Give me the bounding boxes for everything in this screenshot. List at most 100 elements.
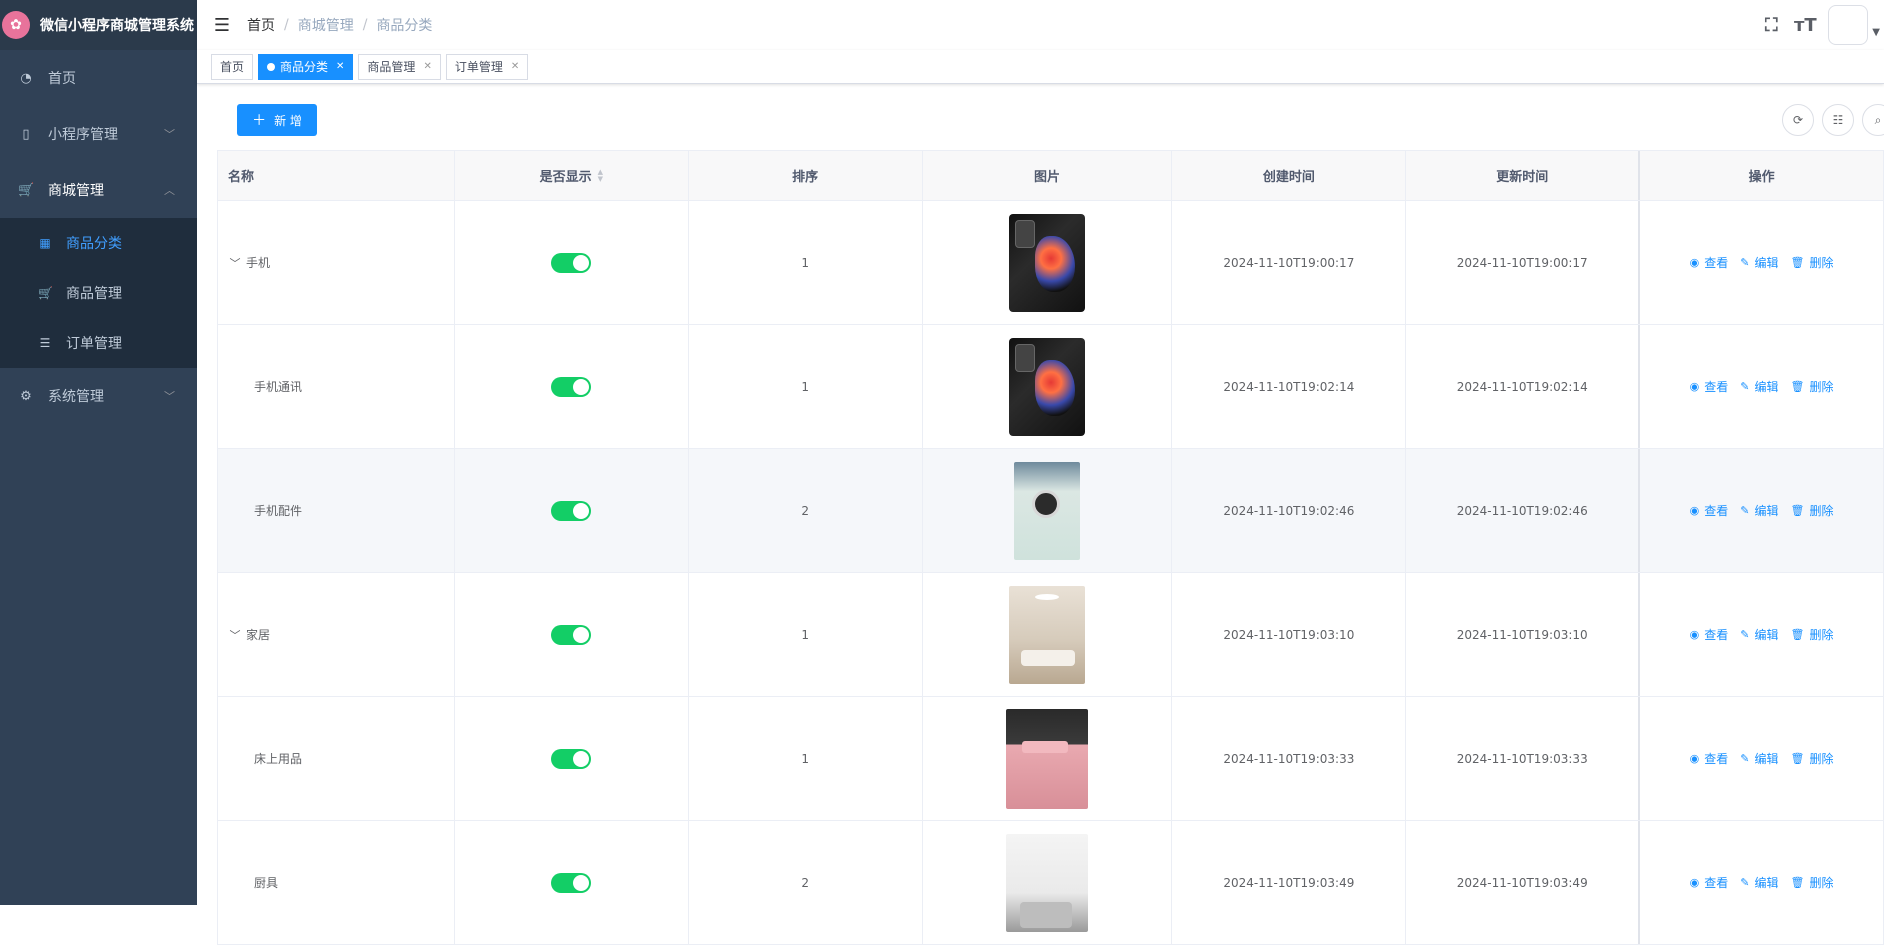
show-switch[interactable] — [551, 500, 592, 521]
breadcrumb: 首页 / 商城管理 / 商品分类 — [247, 15, 432, 35]
edit-label: 编辑 — [1754, 380, 1779, 394]
edit-button[interactable]: ✎ 编辑 — [1740, 254, 1778, 271]
category-image[interactable] — [1009, 213, 1085, 312]
search-toggle-button[interactable]: ⌕ — [1862, 104, 1884, 136]
tag-label: 订单管理 — [454, 60, 503, 74]
show-switch[interactable] — [551, 748, 592, 769]
sort-icon[interactable]: ▲ ▼ — [598, 168, 603, 183]
sidebar-item-label: 商品管理 — [66, 286, 122, 302]
show-switch[interactable] — [551, 376, 592, 397]
table-row: ﹀ 家居 1 2024-11-10T19:03:10 2024-11-10T19:… — [218, 573, 1884, 697]
close-icon[interactable]: ✕ — [423, 61, 431, 72]
edit-button[interactable]: ✎ 编辑 — [1740, 378, 1778, 395]
edit-icon: ✎ — [1740, 752, 1750, 765]
avatar[interactable] — [1828, 5, 1869, 45]
tag-home[interactable]: 首页 — [211, 53, 254, 80]
refresh-icon: ⟳ — [1792, 113, 1804, 127]
tag-label: 首页 — [220, 60, 245, 74]
app-logo[interactable]: ✿ 微信小程序商城管理系统 — [0, 0, 197, 50]
breadcrumb-item[interactable]: 首页 — [247, 15, 275, 35]
category-image[interactable] — [1006, 708, 1089, 809]
sidebar-item-orders[interactable]: ☰ 订单管理 — [0, 318, 197, 368]
close-icon[interactable]: ✕ — [511, 61, 519, 72]
trash-icon: 🗑 — [1790, 876, 1805, 889]
view-label: 查看 — [1704, 628, 1729, 642]
add-button-label: 新 增 — [274, 113, 302, 128]
gear-icon: ⚙ — [20, 388, 32, 404]
category-image[interactable] — [1014, 461, 1081, 560]
delete-button[interactable]: 🗑 删除 — [1791, 874, 1834, 891]
chevron-down-icon: ﹀ — [164, 390, 175, 403]
view-button[interactable]: ◉ 查看 — [1690, 254, 1729, 271]
tag-category[interactable]: 商品分类 ✕ — [258, 53, 354, 80]
edit-button[interactable]: ✎ 编辑 — [1740, 502, 1778, 519]
sidebar-item-mall[interactable]: 🛒 商城管理 ︿ — [0, 162, 197, 218]
edit-button[interactable]: ✎ 编辑 — [1740, 626, 1778, 643]
view-button[interactable]: ◉ 查看 — [1690, 750, 1729, 767]
edit-button[interactable]: ✎ 编辑 — [1740, 750, 1778, 767]
sidebar-item-miniprogram[interactable]: ▯ 小程序管理 ﹀ — [0, 106, 197, 162]
delete-button[interactable]: 🗑 删除 — [1791, 378, 1834, 395]
font-size-icon[interactable]: ᴛT — [1788, 0, 1822, 50]
trash-icon: 🗑 — [1790, 504, 1805, 517]
column-header-label: 排序 — [792, 170, 819, 185]
created-cell: 2024-11-10T19:03:49 — [1172, 821, 1407, 944]
delete-label: 删除 — [1809, 380, 1834, 394]
column-header[interactable]: 是否显示 ▲ ▼ — [455, 151, 689, 200]
hamburger-icon[interactable]: ☰ — [197, 0, 247, 50]
category-image[interactable] — [1006, 833, 1089, 932]
main-content: ＋ 新 增 ⟳ ☷ ⌕ 名称 是否显示 ▲ ▼ 排序 图片 创建时间 更新时间 操… — [197, 84, 1884, 945]
sidebar-item-products[interactable]: 🛒 商品管理 — [0, 268, 197, 318]
tag-label: 商品管理 — [367, 60, 416, 74]
tag-orders[interactable]: 订单管理 ✕ — [445, 53, 529, 80]
tag-products[interactable]: 商品管理 ✕ — [358, 53, 441, 80]
sidebar-item-label: 系统管理 — [48, 389, 104, 405]
tags-view: 首页 商品分类 ✕ 商品管理 ✕ 订单管理 ✕ — [197, 50, 1884, 84]
sidebar-item-label: 商城管理 — [48, 183, 104, 199]
chevron-down-icon[interactable]: ﹀ — [228, 255, 242, 271]
show-switch[interactable] — [551, 872, 592, 893]
sidebar-item-category[interactable]: ▦ 商品分类 — [0, 218, 197, 268]
created-time: 2024-11-10T19:03:49 — [1223, 875, 1355, 890]
sidebar-item-home[interactable]: ◔ 首页 — [0, 50, 197, 106]
show-cell — [455, 697, 689, 820]
trash-icon: 🗑 — [1790, 628, 1805, 641]
image-cell — [923, 201, 1173, 324]
edit-button[interactable]: ✎ 编辑 — [1740, 874, 1778, 891]
category-image[interactable] — [1009, 337, 1086, 436]
view-button[interactable]: ◉ 查看 — [1690, 502, 1729, 519]
column-header-label: 图片 — [1033, 170, 1060, 185]
refresh-button[interactable]: ⟳ — [1782, 104, 1814, 136]
delete-button[interactable]: 🗑 删除 — [1791, 502, 1834, 519]
columns-button[interactable]: ☷ — [1822, 104, 1854, 136]
view-button[interactable]: ◉ 查看 — [1690, 378, 1729, 395]
show-switch[interactable] — [551, 624, 592, 645]
view-button[interactable]: ◉ 查看 — [1690, 626, 1729, 643]
chevron-up-icon: ︿ — [164, 184, 175, 197]
delete-button[interactable]: 🗑 删除 — [1791, 626, 1834, 643]
tag-label: 商品分类 — [280, 60, 329, 74]
delete-button[interactable]: 🗑 删除 — [1791, 750, 1834, 767]
caret-down-icon[interactable]: ▼ — [1872, 27, 1880, 50]
close-icon[interactable]: ✕ — [336, 61, 344, 72]
breadcrumb-item: 商城管理 — [297, 18, 354, 34]
actions-cell: ◉ 查看 ✎ 编辑 🗑 删除 — [1640, 325, 1884, 448]
category-image[interactable] — [1009, 585, 1085, 684]
edit-label: 编辑 — [1754, 504, 1779, 518]
show-switch[interactable] — [551, 252, 592, 273]
view-button[interactable]: ◉ 查看 — [1690, 874, 1729, 891]
add-button[interactable]: ＋ 新 增 — [237, 104, 317, 136]
table-header: 名称 是否显示 ▲ ▼ 排序 图片 创建时间 更新时间 操作 — [218, 151, 1884, 201]
updated-time: 2024-11-10T19:02:14 — [1456, 379, 1588, 394]
category-name: 床上用品 — [254, 752, 303, 766]
chevron-down-icon[interactable]: ﹀ — [228, 627, 242, 643]
view-label: 查看 — [1704, 380, 1729, 394]
right-menu: ⛶ ᴛT ▼ — [1754, 0, 1884, 50]
actions-cell: ◉ 查看 ✎ 编辑 🗑 删除 — [1640, 697, 1884, 820]
fullscreen-icon[interactable]: ⛶ — [1754, 0, 1788, 50]
edit-icon: ✎ — [1740, 380, 1750, 393]
sidebar-item-system[interactable]: ⚙ 系统管理 ﹀ — [0, 368, 197, 424]
delete-button[interactable]: 🗑 删除 — [1791, 254, 1834, 271]
created-cell: 2024-11-10T19:02:14 — [1172, 325, 1407, 448]
sort-value: 1 — [801, 627, 809, 642]
